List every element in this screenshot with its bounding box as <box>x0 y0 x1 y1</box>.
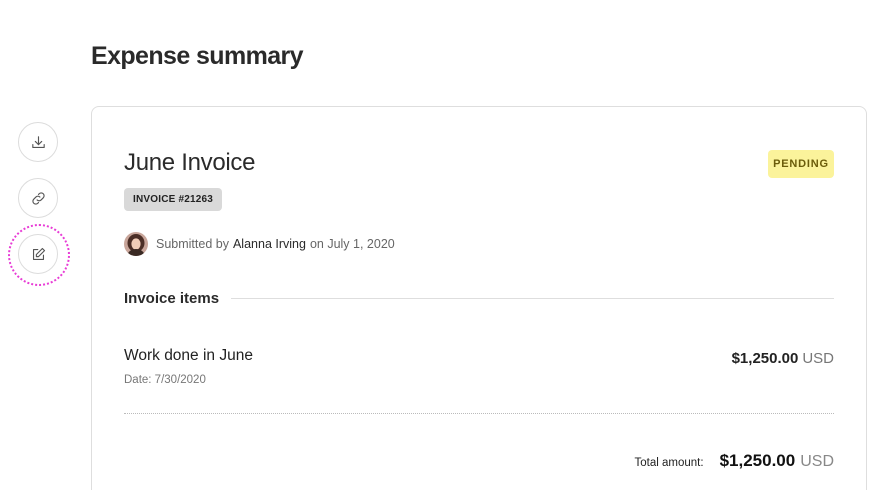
invoice-number-tag: INVOICE #21263 <box>124 188 223 211</box>
user-avatar-icon <box>124 232 148 256</box>
submitted-by-row: Submitted by Alanna Irving on July 1, 20… <box>124 232 395 256</box>
item-amount: $1,250.00 USD <box>732 350 834 367</box>
copy-link-button[interactable] <box>18 178 58 218</box>
submitted-prefix: Submitted by <box>156 237 229 251</box>
section-title: Invoice items <box>124 290 220 307</box>
total-currency: USD <box>800 453 834 470</box>
download-icon <box>31 135 45 148</box>
invoice-card: June Invoice PENDING INVOICE #21263 Subm… <box>91 106 867 490</box>
page-title: Expense summary <box>91 42 304 70</box>
total-amount: $1,250.00 <box>719 451 796 470</box>
download-button[interactable] <box>18 122 58 162</box>
invoice-title: June Invoice <box>124 149 256 176</box>
section-divider <box>231 298 834 299</box>
item-currency: USD <box>802 350 834 367</box>
submitted-date: on July 1, 2020 <box>309 237 395 251</box>
avatar[interactable] <box>124 232 148 256</box>
submitter-name[interactable]: Alanna Irving <box>233 237 306 251</box>
item-date: Date: 7/30/2020 <box>124 374 206 386</box>
side-action-bar <box>8 122 70 290</box>
edit-button[interactable] <box>8 224 70 286</box>
link-icon <box>31 191 45 205</box>
status-badge: PENDING <box>768 150 834 178</box>
highlight-ring <box>8 224 70 286</box>
total-label: Total amount: <box>634 457 704 469</box>
items-divider <box>124 413 834 414</box>
invoice-items-header: Invoice items <box>124 290 834 307</box>
item-name: Work done in June <box>124 347 253 364</box>
item-amount-value: $1,250.00 <box>731 350 799 367</box>
total-row: Total amount: $1,250.00 USD <box>635 451 834 471</box>
